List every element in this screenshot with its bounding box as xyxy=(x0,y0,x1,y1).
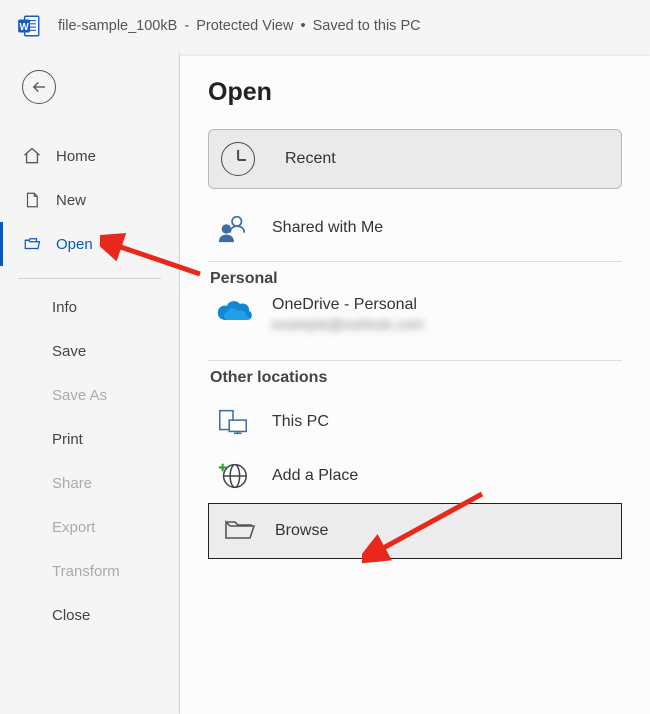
clock-icon xyxy=(221,142,255,176)
browse-label: Browse xyxy=(275,522,328,540)
document-icon xyxy=(22,190,42,210)
sidebar-item-save[interactable]: Save xyxy=(0,329,179,373)
open-panel: Open Recent Shared with Me Personal xyxy=(180,56,650,714)
add-place-label: Add a Place xyxy=(272,467,358,485)
sidebar-label-home: Home xyxy=(56,148,96,165)
sidebar-label-new: New xyxy=(56,192,86,209)
folder-open-icon xyxy=(22,235,42,253)
browse-folder-icon xyxy=(223,516,255,546)
shared-people-icon xyxy=(216,213,250,243)
onedrive-cloud-icon xyxy=(214,296,254,328)
onedrive-name: OneDrive - Personal xyxy=(272,296,424,314)
sidebar-item-export: Export xyxy=(0,505,179,549)
add-place-icon xyxy=(216,461,250,491)
svg-text:W: W xyxy=(20,22,30,33)
sidebar-item-close[interactable]: Close xyxy=(0,593,179,637)
this-pc-label: This PC xyxy=(272,413,329,431)
section-header-other: Other locations xyxy=(210,369,622,387)
sidebar-divider xyxy=(18,278,161,279)
open-location-browse[interactable]: Browse xyxy=(208,503,622,559)
backstage-sidebar: Home New Open Info Save Save As Print Sh… xyxy=(0,52,180,714)
sidebar-item-save-as: Save As xyxy=(0,373,179,417)
word-app-icon: W xyxy=(16,13,42,39)
this-pc-icon xyxy=(216,407,250,437)
titlebar-status-saved: Saved to this PC xyxy=(313,18,421,34)
open-location-this-pc[interactable]: This PC xyxy=(208,395,622,449)
back-button[interactable] xyxy=(22,70,56,104)
panel-heading: Open xyxy=(208,78,622,107)
sidebar-item-print[interactable]: Print xyxy=(0,417,179,461)
sidebar-item-home[interactable]: Home xyxy=(0,134,179,178)
open-location-add-place[interactable]: Add a Place xyxy=(208,449,622,503)
sidebar-item-share: Share xyxy=(0,461,179,505)
section-header-personal: Personal xyxy=(210,270,622,288)
sidebar-label-open: Open xyxy=(56,236,93,253)
titlebar-status-protected: Protected View xyxy=(196,18,293,34)
sidebar-item-open[interactable]: Open xyxy=(0,222,179,266)
titlebar-text: file-sample_100kB - Protected View • Sav… xyxy=(58,18,421,34)
onedrive-email: example@outlook.com xyxy=(272,316,424,332)
home-icon xyxy=(22,146,42,166)
open-location-onedrive[interactable]: OneDrive - Personal example@outlook.com xyxy=(208,296,622,354)
open-location-recent[interactable]: Recent xyxy=(208,129,622,189)
open-location-shared[interactable]: Shared with Me xyxy=(208,201,622,255)
recent-label: Recent xyxy=(285,150,336,168)
divider xyxy=(208,261,622,262)
sidebar-item-new[interactable]: New xyxy=(0,178,179,222)
shared-label: Shared with Me xyxy=(272,219,383,237)
titlebar: W file-sample_100kB - Protected View • S… xyxy=(0,0,650,52)
sidebar-item-transform: Transform xyxy=(0,549,179,593)
divider xyxy=(208,360,622,361)
titlebar-filename: file-sample_100kB xyxy=(58,18,177,34)
sidebar-item-info[interactable]: Info xyxy=(0,285,179,329)
